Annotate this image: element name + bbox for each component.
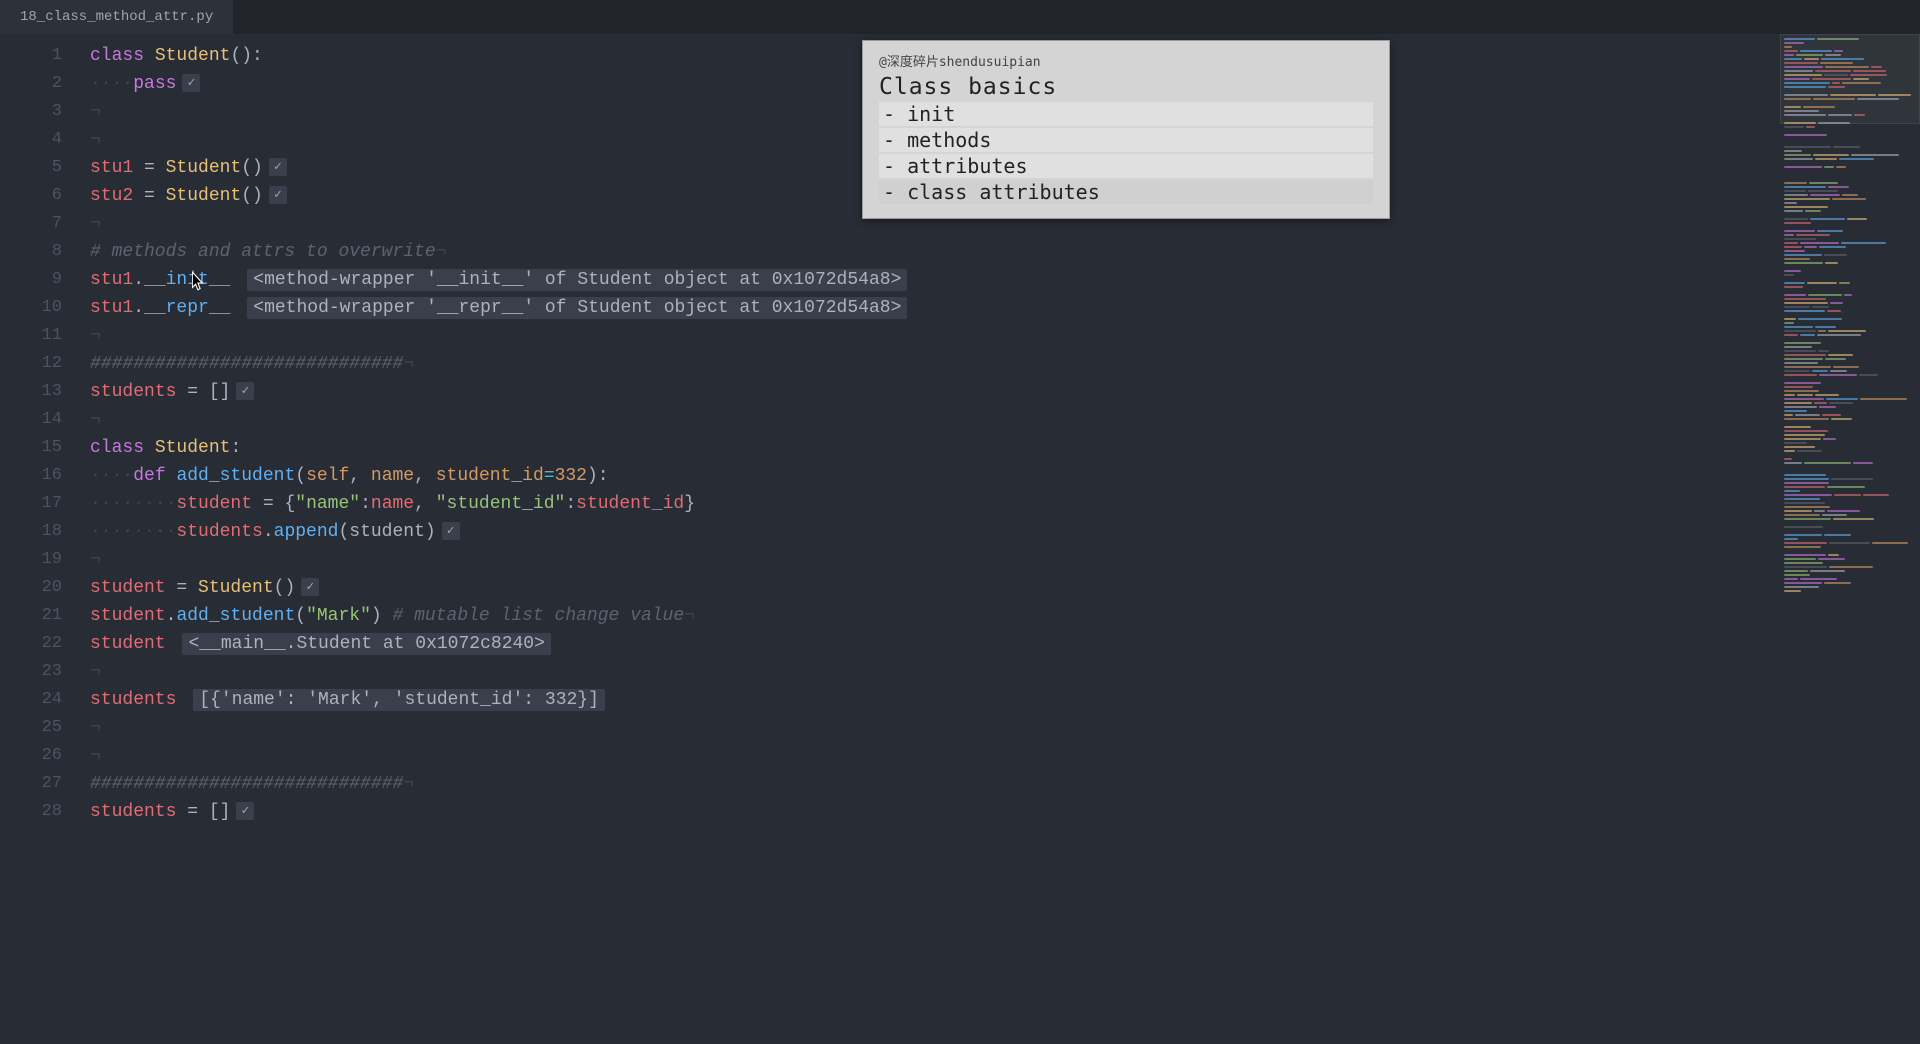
code-line-17[interactable]: ········student = {"name":name, "student… bbox=[90, 490, 1780, 518]
line-number: 22 bbox=[0, 630, 62, 658]
line-number: 27 bbox=[0, 770, 62, 798]
line-number: 2 bbox=[0, 70, 62, 98]
line-number: 13 bbox=[0, 378, 62, 406]
notes-overlay-panel: @深度碎片shendusuipian Class basics - init -… bbox=[862, 40, 1390, 219]
code-area[interactable]: class Student(): ····pass✓ ¬ ¬ stu1 = St… bbox=[90, 34, 1780, 1044]
inline-result: <method-wrapper '__init__' of Student ob… bbox=[247, 269, 907, 291]
code-line-9[interactable]: stu1.__init__ <method-wrapper '__init__'… bbox=[90, 266, 1780, 294]
line-number: 14 bbox=[0, 406, 62, 434]
line-number: 8 bbox=[0, 238, 62, 266]
line-number: 17 bbox=[0, 490, 62, 518]
line-number-gutter: 1234567891011121314151617181920212223242… bbox=[0, 34, 90, 1044]
line-number: 15 bbox=[0, 434, 62, 462]
overlay-item: - init bbox=[879, 102, 1373, 126]
line-number: 10 bbox=[0, 294, 62, 322]
line-number: 28 bbox=[0, 798, 62, 826]
code-line-21[interactable]: student.add_student("Mark") # mutable li… bbox=[90, 602, 1780, 630]
overlay-item: - attributes bbox=[879, 154, 1373, 178]
line-number: 7 bbox=[0, 210, 62, 238]
line-number: 9 bbox=[0, 266, 62, 294]
code-line-19[interactable]: ¬ bbox=[90, 546, 1780, 574]
minimap[interactable] bbox=[1780, 34, 1920, 1044]
line-number: 1 bbox=[0, 42, 62, 70]
check-icon[interactable]: ✓ bbox=[269, 158, 287, 176]
line-number: 6 bbox=[0, 182, 62, 210]
code-line-13[interactable]: students = []✓ bbox=[90, 378, 1780, 406]
overlay-item: - methods bbox=[879, 128, 1373, 152]
overlay-header: @深度碎片shendusuipian bbox=[879, 51, 1373, 70]
code-line-11[interactable]: ¬ bbox=[90, 322, 1780, 350]
code-line-24[interactable]: students [{'name': 'Mark', 'student_id':… bbox=[90, 686, 1780, 714]
code-line-22[interactable]: student <__main__.Student at 0x1072c8240… bbox=[90, 630, 1780, 658]
file-tab[interactable]: 18_class_method_attr.py bbox=[0, 0, 233, 34]
code-line-10[interactable]: stu1.__repr__ <method-wrapper '__repr__'… bbox=[90, 294, 1780, 322]
code-line-18[interactable]: ········students.append(student)✓ bbox=[90, 518, 1780, 546]
code-line-14[interactable]: ¬ bbox=[90, 406, 1780, 434]
code-line-23[interactable]: ¬ bbox=[90, 658, 1780, 686]
line-number: 3 bbox=[0, 98, 62, 126]
tab-bar: 18_class_method_attr.py bbox=[0, 0, 1920, 34]
check-icon[interactable]: ✓ bbox=[236, 802, 254, 820]
line-number: 5 bbox=[0, 154, 62, 182]
code-line-25[interactable]: ¬ bbox=[90, 714, 1780, 742]
tab-filename: 18_class_method_attr.py bbox=[20, 9, 213, 25]
check-icon[interactable]: ✓ bbox=[236, 382, 254, 400]
inline-result: <method-wrapper '__repr__' of Student ob… bbox=[247, 297, 907, 319]
line-number: 26 bbox=[0, 742, 62, 770]
line-number: 18 bbox=[0, 518, 62, 546]
code-line-16[interactable]: ····def add_student(self, name, student_… bbox=[90, 462, 1780, 490]
line-number: 21 bbox=[0, 602, 62, 630]
code-line-28[interactable]: students = []✓ bbox=[90, 798, 1780, 826]
code-line-15[interactable]: class Student: bbox=[90, 434, 1780, 462]
code-line-27[interactable]: #############################¬ bbox=[90, 770, 1780, 798]
overlay-item: - class attributes bbox=[879, 180, 1373, 204]
line-number: 11 bbox=[0, 322, 62, 350]
code-line-26[interactable]: ¬ bbox=[90, 742, 1780, 770]
check-icon[interactable]: ✓ bbox=[301, 578, 319, 596]
line-number: 23 bbox=[0, 658, 62, 686]
line-number: 25 bbox=[0, 714, 62, 742]
check-icon[interactable]: ✓ bbox=[182, 74, 200, 92]
overlay-title: Class basics bbox=[879, 74, 1373, 100]
code-line-20[interactable]: student = Student()✓ bbox=[90, 574, 1780, 602]
line-number: 24 bbox=[0, 686, 62, 714]
check-icon[interactable]: ✓ bbox=[442, 522, 460, 540]
editor-container: 1234567891011121314151617181920212223242… bbox=[0, 34, 1920, 1044]
line-number: 19 bbox=[0, 546, 62, 574]
line-number: 4 bbox=[0, 126, 62, 154]
code-line-8[interactable]: # methods and attrs to overwrite¬ bbox=[90, 238, 1780, 266]
inline-result: [{'name': 'Mark', 'student_id': 332}] bbox=[193, 689, 605, 711]
line-number: 20 bbox=[0, 574, 62, 602]
check-icon[interactable]: ✓ bbox=[269, 186, 287, 204]
line-number: 16 bbox=[0, 462, 62, 490]
inline-result: <__main__.Student at 0x1072c8240> bbox=[182, 633, 550, 655]
code-line-12[interactable]: #############################¬ bbox=[90, 350, 1780, 378]
line-number: 12 bbox=[0, 350, 62, 378]
